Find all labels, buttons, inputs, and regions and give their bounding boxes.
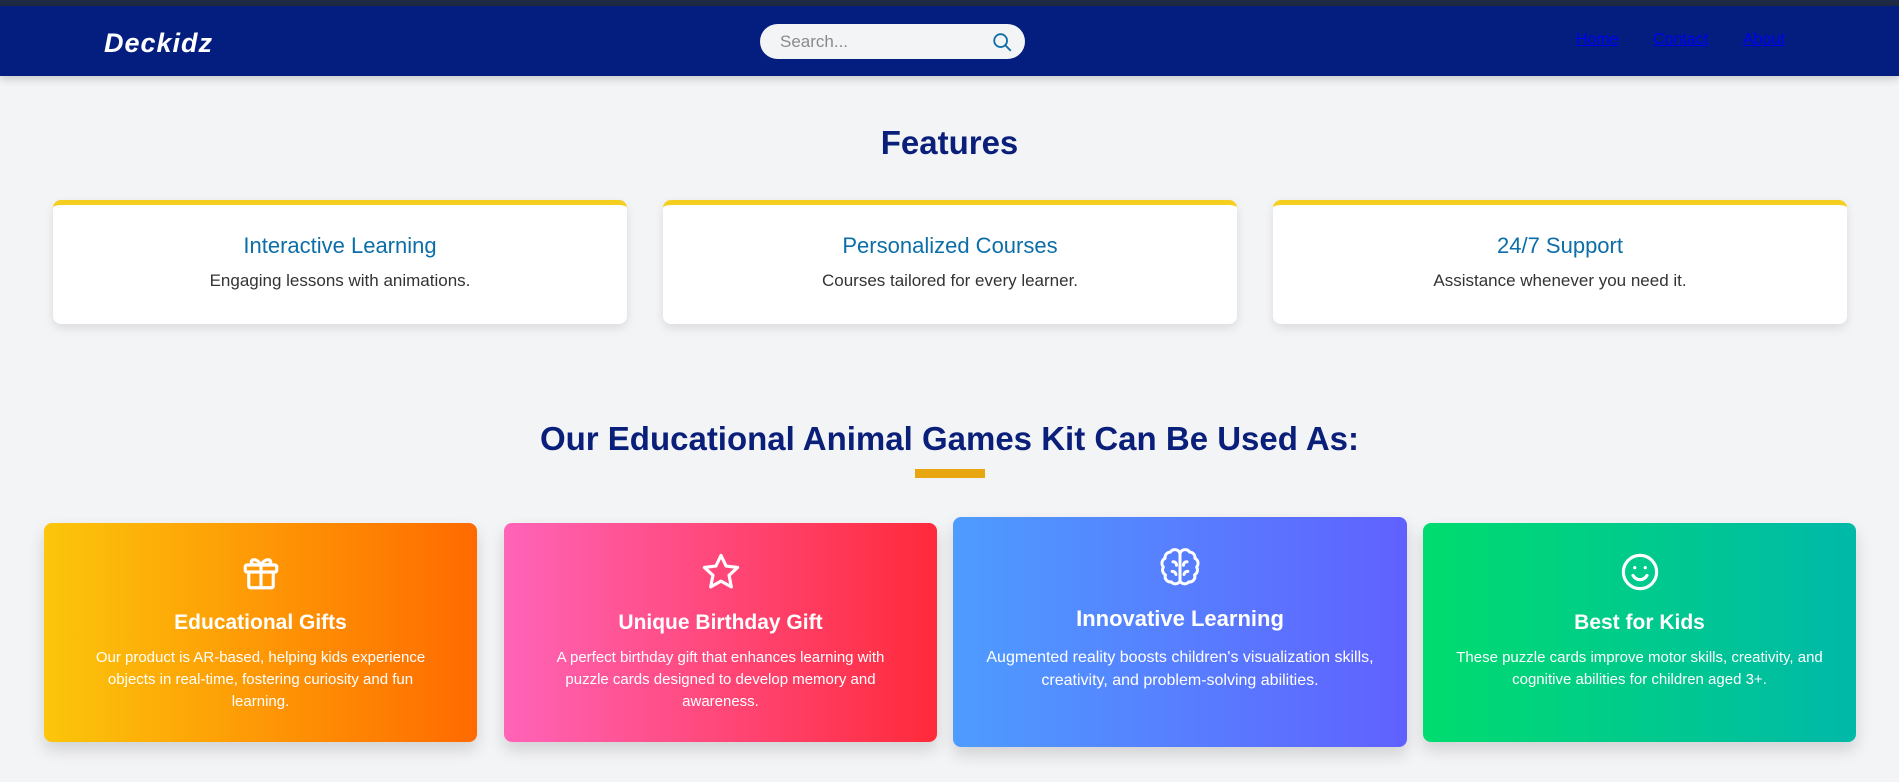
feature-card-description: Courses tailored for every learner. (821, 271, 1079, 290)
kit-card-birthday-gift[interactable]: Unique Birthday Gift A perfect birthday … (504, 523, 937, 742)
navbar: Deckidz Home Contact About (0, 6, 1899, 76)
kit-card-title: Unique Birthday Gift (618, 611, 823, 634)
kit-card-title: Educational Gifts (174, 611, 347, 634)
kit-card-description: Our product is AR-based, helping kids ex… (95, 649, 426, 710)
feature-card-title: Personalized Courses (842, 233, 1058, 258)
gift-icon (243, 558, 278, 590)
feature-card-title: 24/7 Support (1497, 233, 1623, 258)
feature-card-description: Engaging lessons with animations. (209, 271, 471, 290)
nav-link-home[interactable]: Home (1576, 31, 1619, 49)
feature-card-support: 24/7 Support Assistance whenever you nee… (1273, 200, 1847, 324)
kit-card-best-for-kids[interactable]: Best for Kids These puzzle cards improve… (1423, 523, 1856, 742)
feature-card-personalized: Personalized Courses Courses tailored fo… (663, 200, 1237, 324)
heading-underline (915, 469, 985, 478)
search-bar (760, 24, 1025, 59)
smile-icon (1621, 553, 1658, 591)
kit-card-educational-gifts[interactable]: Educational Gifts Our product is AR-base… (44, 523, 477, 742)
brain-icon (1160, 548, 1200, 586)
search-input[interactable] (780, 24, 980, 59)
nav-link-about[interactable]: About (1743, 31, 1785, 49)
kit-card-title: Best for Kids (1574, 611, 1705, 634)
feature-card-title: Interactive Learning (243, 233, 437, 258)
kit-card-description: A perfect birthday gift that enhances le… (556, 649, 885, 710)
kit-card-title: Innovative Learning (1076, 606, 1284, 631)
brand-logo[interactable]: Deckidz (104, 28, 213, 59)
kit-card-description: Augmented reality boosts children's visu… (986, 649, 1374, 689)
kit-card-description: These puzzle cards improve motor skills,… (1456, 649, 1823, 688)
feature-card-description: Assistance whenever you need it. (1433, 271, 1687, 290)
feature-card-interactive: Interactive Learning Engaging lessons wi… (53, 200, 627, 324)
star-icon (702, 553, 739, 589)
kit-card-innovative-learning[interactable]: Innovative Learning Augmented reality bo… (953, 517, 1407, 747)
search-icon[interactable] (991, 31, 1013, 53)
features-heading: Features (880, 124, 1019, 161)
nav-link-contact[interactable]: Contact (1653, 31, 1708, 49)
kit-heading: Our Educational Animal Games Kit Can Be … (539, 420, 1360, 457)
